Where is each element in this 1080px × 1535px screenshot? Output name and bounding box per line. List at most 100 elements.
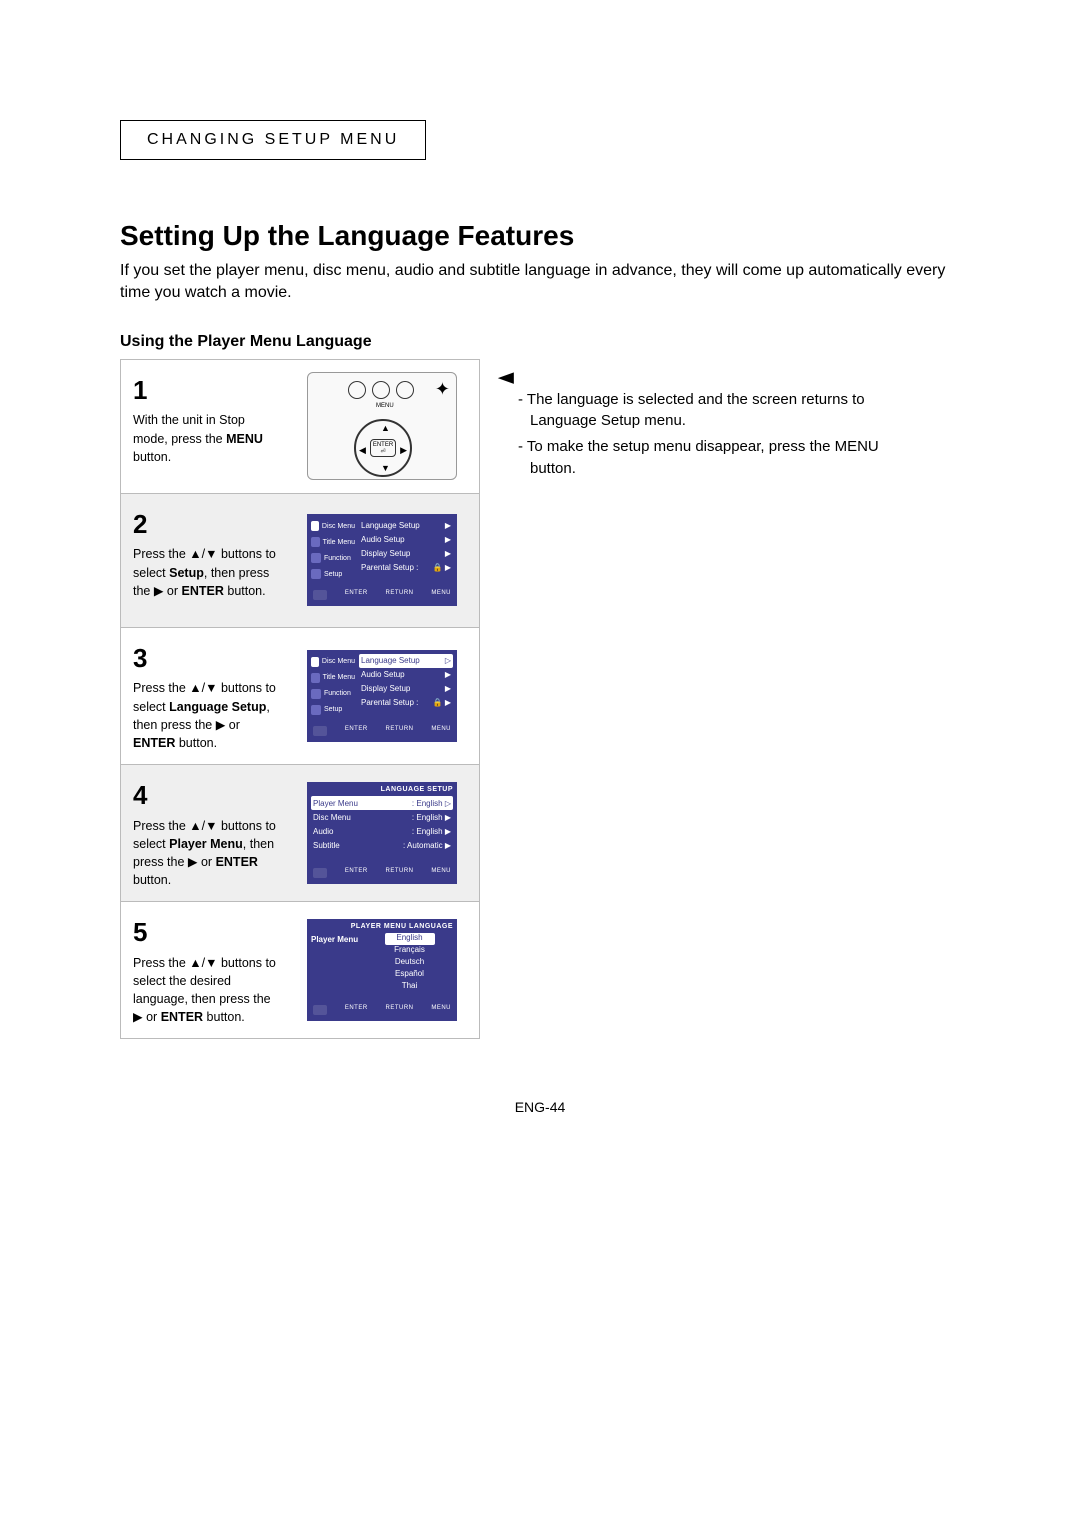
chevron-right-icon: ▶ [445, 813, 451, 822]
osd-option-selected: English [385, 933, 435, 945]
function-icon [311, 553, 321, 563]
osd-footer: ENTER RETURN MENU [311, 724, 453, 738]
nav-icon [313, 726, 327, 736]
osd-row: Parental Setup :🔒 ▶ [359, 560, 453, 574]
osd-language-setup-list: LANGUAGE SETUP Player Menu: English ▷ Di… [307, 782, 457, 884]
remote-enter-button: ENTER⏎ [370, 439, 396, 457]
chevron-right-icon: ▶ [445, 521, 451, 530]
osd-side-item: Setup [311, 702, 355, 718]
chevron-right-icon: ▶ [445, 549, 451, 558]
intro-paragraph: If you set the player menu, disc menu, a… [120, 260, 960, 305]
osd-option: Français [366, 945, 453, 957]
osd-player-menu-language: PLAYER MENU LANGUAGE Player Menu English… [307, 919, 457, 1021]
function-icon [311, 689, 321, 699]
osd-row-selected: Language Setup▷ [359, 654, 453, 668]
title-icon [311, 537, 320, 547]
right-arrow-icon: ▶ [400, 445, 407, 456]
lock-icon: 🔒 [433, 698, 443, 707]
left-arrow-icon: ◀ [498, 367, 514, 389]
osd-footer: ENTER RETURN MENU [311, 588, 453, 602]
remote-play-icon [396, 381, 414, 399]
chevron-right-icon: ▶ [445, 670, 451, 679]
chevron-right-icon: ▶ [445, 563, 451, 572]
osd-side-item: Function [311, 686, 355, 702]
osd-row: Display Setup▶ [359, 546, 453, 560]
remote-flash-icon: ✦ [435, 379, 450, 400]
osd-row: Display Setup▶ [359, 682, 453, 696]
osd-row-selected: Player Menu: English ▷ [311, 796, 453, 810]
section-chapter-box: CHANGING SETUP MENU [120, 120, 426, 160]
osd-side-item: Disc Menu [311, 654, 355, 670]
chevron-right-icon: ▶ [445, 535, 451, 544]
osd-title: LANGUAGE SETUP [311, 786, 453, 793]
nav-icon [313, 590, 327, 600]
step-text: With the unit in Stop mode, press the ME… [133, 413, 263, 463]
osd-side-item: Title Menu [311, 534, 355, 550]
osd-title: PLAYER MENU LANGUAGE [311, 923, 453, 930]
osd-side-item: Function [311, 550, 355, 566]
osd-side-item: Disc Menu [311, 518, 355, 534]
steps-column: 1 With the unit in Stop mode, press the … [120, 359, 480, 1040]
page-number: ENG-44 [120, 1099, 960, 1115]
disc-icon [311, 521, 319, 531]
osd-side-item: Title Menu [311, 670, 355, 686]
chevron-right-icon: ▷ [445, 799, 451, 808]
down-arrow-icon: ▼ [381, 463, 390, 473]
remote-menu-label: MENU [376, 403, 394, 409]
step-2: 2 Press the ▲/▼ buttons to select Setup,… [120, 493, 480, 627]
page-title: Setting Up the Language Features [120, 220, 960, 252]
note-item: To make the setup menu disappear, press … [518, 436, 880, 480]
chevron-right-icon: ▶ [445, 684, 451, 693]
osd-row: Audio Setup▶ [359, 668, 453, 682]
step-text: Press the ▲/▼ buttons to select Setup, t… [133, 547, 276, 597]
step-4: 4 Press the ▲/▼ buttons to select Player… [120, 764, 480, 901]
chevron-right-icon: ▶ [445, 841, 451, 850]
lock-icon: 🔒 [433, 563, 443, 572]
remote-prev-icon [348, 381, 366, 399]
left-arrow-icon: ◀ [359, 445, 366, 456]
osd-row: Audio Setup▶ [359, 532, 453, 546]
gear-icon [311, 569, 321, 579]
step-3: 3 Press the ▲/▼ buttons to select Langua… [120, 627, 480, 764]
osd-option: Thai [366, 981, 453, 993]
note-item: The language is selected and the screen … [518, 389, 880, 433]
gear-icon [311, 705, 321, 715]
osd-footer: ENTER RETURN MENU [311, 1003, 453, 1017]
step-1: 1 With the unit in Stop mode, press the … [120, 359, 480, 493]
nav-icon [313, 868, 327, 878]
osd-row: Subtitle: Automatic ▶ [311, 838, 453, 852]
osd-option: Deutsch [366, 957, 453, 969]
up-arrow-icon: ▲ [381, 423, 390, 433]
osd-row: Audio: English ▶ [311, 824, 453, 838]
osd-option: Español [366, 969, 453, 981]
section-chapter-label: CHANGING SETUP MENU [147, 131, 399, 148]
step-number: 4 [133, 777, 283, 815]
step-text: Press the ▲/▼ buttons to select the desi… [133, 956, 276, 1024]
remote-stop-icon [372, 381, 390, 399]
step-text: Press the ▲/▼ buttons to select Language… [133, 681, 276, 749]
step-number: 3 [133, 640, 283, 678]
step-number: 1 [133, 372, 283, 410]
title-icon [311, 673, 320, 683]
step-5: 5 Press the ▲/▼ buttons to select the de… [120, 901, 480, 1039]
nav-icon [313, 1005, 327, 1015]
osd-row: Parental Setup :🔒 ▶ [359, 696, 453, 710]
osd-side-item: Setup [311, 566, 355, 582]
osd-footer: ENTER RETURN MENU [311, 866, 453, 880]
disc-icon [311, 657, 319, 667]
remote-nav-pad: ▲ ▼ ◀ ▶ ENTER⏎ [354, 419, 412, 477]
osd-field-label: Player Menu [311, 933, 366, 997]
osd-setup-screen: Disc Menu Title Menu Function Setup Lang… [307, 514, 457, 606]
step-text: Press the ▲/▼ buttons to select Player M… [133, 819, 276, 887]
remote-illustration: ✦ MENU ▲ ▼ ◀ ▶ ENTER⏎ [307, 372, 457, 480]
step-number: 5 [133, 914, 283, 952]
step-number: 2 [133, 506, 283, 544]
chevron-right-icon: ▶ [445, 827, 451, 836]
osd-row: Language Setup▶ [359, 518, 453, 532]
osd-row: Disc Menu: English ▶ [311, 810, 453, 824]
side-notes: ◀ The language is selected and the scree… [500, 359, 880, 484]
chevron-right-icon: ▷ [445, 656, 451, 665]
chevron-right-icon: ▶ [445, 698, 451, 707]
osd-language-setup-highlight: Disc Menu Title Menu Function Setup Lang… [307, 650, 457, 742]
subheading: Using the Player Menu Language [120, 333, 960, 351]
